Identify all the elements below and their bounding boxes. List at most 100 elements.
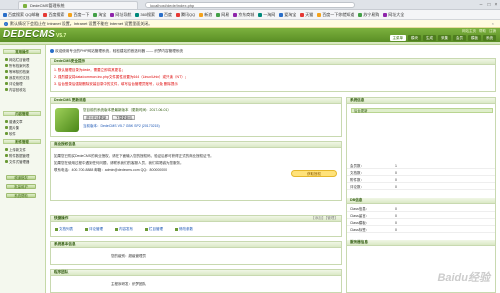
system-info-panel: 系统基本信息 您的级别：超级管理员 [50,241,342,265]
header-link-help[interactable]: 帮助 [479,29,486,34]
sidebar-section-common[interactable]: 常用操作 [3,49,41,54]
quick-params[interactable]: 修改参数 [175,227,193,232]
bookmark-item[interactable]: 京东商城 [233,12,254,18]
sidebar-item-recycle[interactable]: 内容回收站 [5,87,26,92]
image-icon [5,126,8,129]
bookmark-favicon-icon [279,12,284,17]
bookmark-item[interactable]: 一淘网 [258,12,275,18]
right-panel-tag: 后台更新 [351,108,493,113]
sidebar-section-content[interactable]: 内容管理 [3,111,41,116]
download-update-button[interactable]: 下载更新包 [112,115,136,120]
right-bottom-title: 服务器信息 [347,240,495,246]
sidebar-item-pending[interactable]: 等审核的档案 [5,69,29,74]
version-panel: DedeCMS 更新消息 您目前的系统版本是最新版本（更新时间：2017-06-… [50,97,342,137]
infobar-text: 默认情况下会阻止在 Intranet 设置。Intranet 设置不能在 Int… [10,20,153,26]
bookmark-item[interactable]: 网址导航 [110,12,131,18]
sidebar-item-my-docs[interactable]: 我发布的文档 [5,75,29,80]
nav-tab-collect[interactable]: 采集 [438,35,451,41]
panel-title: 快捷操作 【添加】【管理】 [51,216,341,222]
upload-icon [5,148,8,151]
close-window-icon[interactable]: × [493,2,499,8]
browser-tab[interactable]: DedeCMS管理系统 [18,1,138,9]
right-stat-row: Class标签： 0 [347,227,495,233]
sidebar-item-upload[interactable]: 上传新文件 [5,147,26,152]
sidebar-button-help[interactable]: 系统帮助 [6,193,36,198]
sidebar-item-article[interactable]: 普通文章 [5,119,23,124]
article-icon [5,120,8,123]
nav-tab-templates[interactable]: 模板 [468,35,481,41]
bookmark-item[interactable]: 淘宝 [93,12,106,18]
comment-icon [5,82,8,85]
bookmark-item[interactable]: 百度一下你就知道 [317,12,354,18]
address-bar[interactable]: localhost/dede/index.php [145,2,355,8]
sidebar-button-channel-model[interactable]: 频道模型 [6,175,36,180]
bookmarks-bar: 百度搜索 QQ邮箱 百度搜索 百度一下 淘宝 网址导航 360搜索 百度 腾讯QQ 新浪 网易 京东… [0,10,500,20]
right-stat-row: Class模板： 0 [347,220,495,226]
sidebar-item-comments[interactable]: 评论管理 [5,81,23,86]
main-content: 欢迎使用专业的PHP网站管理系统，轻松建站的首选利器 —— 织梦内容管理系统 D… [48,45,500,293]
quick-comments[interactable]: 评论管理 [85,227,103,232]
bookmark-item[interactable]: 网址大全 [383,12,404,18]
panel-title: 系统基本信息 [51,242,341,248]
nav-tab-generate[interactable]: 生成 [423,35,436,41]
bookmark-item[interactable]: 360搜索 [135,12,155,18]
quick-doc-list[interactable]: 文档列表 [55,227,73,232]
sidebar-item-file-manager[interactable]: 文件式管理器 [5,159,29,164]
sidebar-item-all-docs[interactable]: 所有档案列表 [5,63,29,68]
version-status: 您目前的系统版本是最新版本（更新时间：2017-06-01） [83,108,171,112]
settings-icon [175,228,178,231]
nav-tab-modules[interactable]: 模块 [408,35,421,41]
bookmark-item[interactable]: 百度搜索 [43,12,64,18]
bookmark-item[interactable]: 天猫 [300,12,313,18]
sidebar-item-columns[interactable]: 网站栏目管理 [5,57,29,62]
maximize-icon[interactable]: □ [486,2,492,8]
sidebar-item-software[interactable]: 软件 [5,131,16,136]
bookmark-item[interactable]: 百度搜索 QQ邮箱 [3,12,39,18]
bookmark-favicon-icon [358,12,363,17]
get-license-button[interactable]: 获取授权 [291,170,337,177]
bookmark-favicon-icon [68,12,73,17]
bookmark-favicon-icon [3,12,7,17]
header-link-home[interactable]: 网站主页 [462,29,476,34]
publish-icon [115,228,118,231]
bookmark-item[interactable]: 爱淘宝 [279,12,296,18]
nav-tab-members[interactable]: 会员 [453,35,466,41]
bookmark-item[interactable]: 百度 [159,12,172,18]
doc-icon [5,76,8,79]
welcome-text: 欢迎使用专业的PHP网站管理系统，轻松建站的首选利器 —— 织梦内容管理系统 [50,48,183,54]
right-stat-row: Class留言： 0 [347,213,495,219]
header-link-logout[interactable]: 注销 [489,29,496,34]
sidebar-section-attachments[interactable]: 附件管理 [3,139,41,144]
bookmark-favicon-icon [216,12,221,17]
quick-actions-links[interactable]: 【添加】【管理】 [311,216,338,221]
sidebar-item-attach-data[interactable]: 附件数据管理 [5,153,29,158]
quick-columns[interactable]: 栏目管理 [145,227,163,232]
nav-tab-system[interactable]: 系统 [483,35,496,41]
notice-line-2: 2. 强烈建议将data/common.inc.php文件属性设置为644（Li… [54,75,189,79]
bookmark-item[interactable]: 百度一下 [68,12,89,18]
bookmark-item[interactable]: 腾讯QQ [176,12,195,18]
infobar-close-icon[interactable]: × [492,21,494,26]
bookmark-favicon-icon [93,12,98,17]
bookmark-item[interactable]: 苏宁易购 [358,12,379,18]
info-line-2: 如果您在使用过程中遇到任何问题，请联系我们的客服人员，我们将竭诚为您服务。 [54,161,184,165]
doc-icon [5,64,8,67]
bookmark-favicon-icon [110,12,115,17]
quick-publish[interactable]: 内容发布 [115,227,133,232]
online-update-button[interactable]: 进行在线更新 [83,115,110,120]
right-stat-row: 文档数： 0 [347,170,495,176]
update-badge-icon [55,108,79,132]
list-icon [55,228,58,231]
sidebar-button-batch[interactable]: 批量维护 [6,184,36,189]
doc-icon [5,70,8,73]
bookmark-favicon-icon [258,12,263,17]
panel-title: DedeCMS 更新消息 [51,98,341,104]
sidebar-item-images[interactable]: 图片集 [5,125,19,130]
folder-icon [5,58,8,61]
bookmark-favicon-icon [159,12,164,17]
nav-tab-main[interactable]: 主菜单 [389,35,406,41]
tab-favicon-icon [23,3,27,8]
minimize-icon[interactable]: – [478,2,484,8]
bookmark-item[interactable]: 网易 [216,12,229,18]
bookmark-item[interactable]: 新浪 [199,12,212,18]
